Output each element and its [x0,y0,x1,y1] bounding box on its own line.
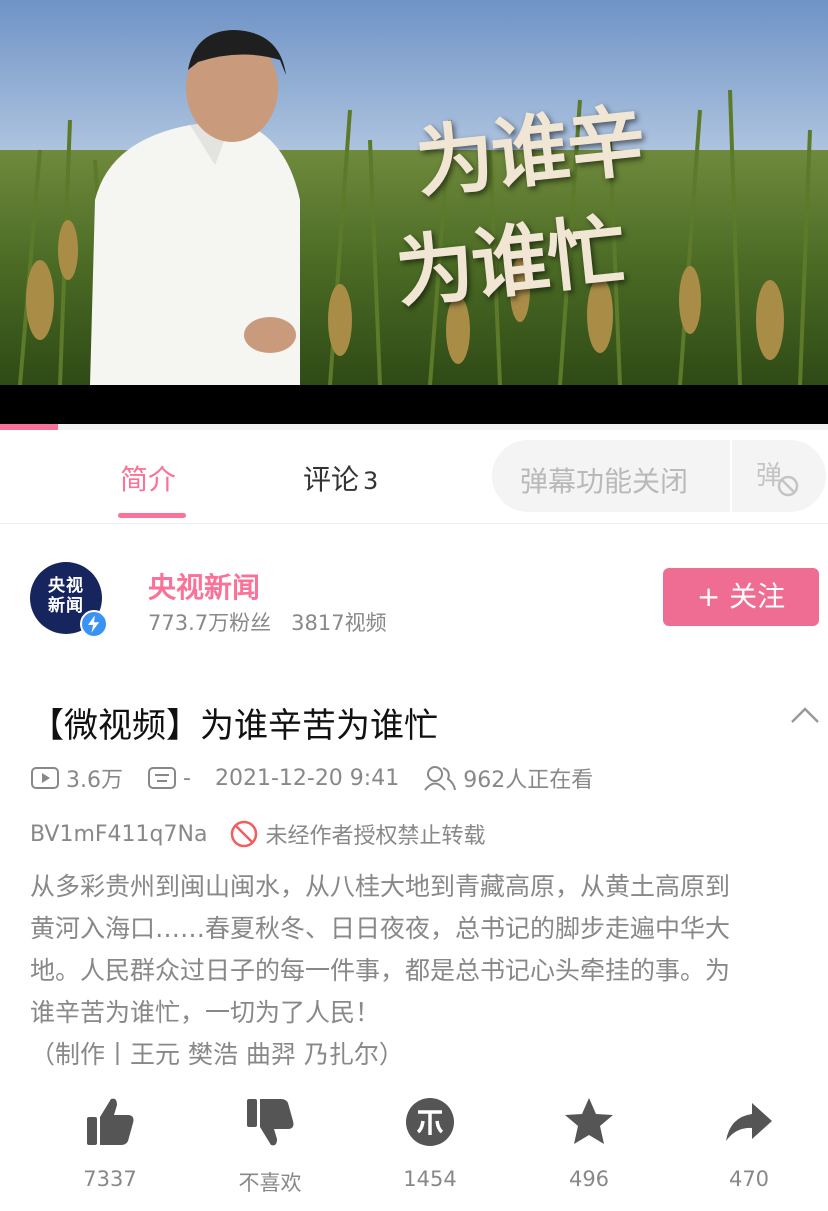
danmaku-input-box[interactable]: 弹幕功能关闭 弹 [492,440,826,512]
tab-comments-label: 评论 [303,463,360,496]
video-count: 3817视频 [291,611,387,635]
thumbs-down-icon [247,1099,294,1146]
uploader-name[interactable]: 央视新闻 [148,566,260,606]
coin-count: 1454 [403,1167,457,1191]
tab-comments-count: 3 [363,467,379,495]
people-icon [424,766,457,791]
watching-count-value: 962人正在看 [463,768,594,793]
star-icon [565,1098,613,1144]
video-title-overlay: 为谁辛 为谁忙 [392,80,715,340]
follower-count: 773.7万粉丝 [148,611,272,635]
coin-icon [406,1098,454,1146]
overlay-title-line-2: 为谁忙 [391,205,628,320]
avatar[interactable]: 央视 新闻 [30,562,108,638]
coin-button[interactable]: 1454 [370,1095,490,1191]
dislike-label: 不喜欢 [238,1171,302,1195]
danmaku-count: - [147,765,191,791]
thumbs-up-icon [87,1098,134,1145]
like-count: 7337 [83,1167,137,1191]
share-icon [726,1103,772,1141]
danmaku-count-value: - [183,765,191,791]
uploader-stats: 773.7万粉丝 3817视频 [148,607,387,637]
favorite-button[interactable]: 496 [529,1095,649,1191]
video-meta-row: 3.6万 - 2021-12-20 9:41 962人正在看 [30,763,593,793]
danmaku-count-icon [148,767,176,789]
danmaku-input[interactable]: 弹幕功能关闭 [520,460,688,500]
favorite-count: 496 [568,1167,610,1191]
dislike-button[interactable]: 不喜欢 [210,1095,330,1197]
play-count-icon [31,767,59,789]
danmaku-divider [730,440,732,512]
tab-intro[interactable]: 简介 [120,458,176,498]
avatar-text-line: 央视 [48,576,84,596]
bv-id[interactable]: BV1mF411q7Na [30,822,207,847]
danmaku-off-icon[interactable]: 弹 [754,454,802,498]
action-bar: 7337 不喜欢 1454 496 470 [0,1095,828,1205]
follow-button[interactable]: + 关注 [663,568,819,626]
watching-count: 962人正在看 [423,762,593,794]
video-player[interactable]: 为谁辛 为谁忙 [0,0,828,430]
share-button[interactable]: 470 [689,1095,809,1191]
play-count: 3.6万 [30,762,123,794]
lightning-verified-icon [80,610,108,638]
no-repost-notice: 未经作者授权禁止转载 [265,824,486,849]
share-count: 470 [728,1167,770,1191]
video-title: 【微视频】为谁辛苦为谁忙 [30,706,438,746]
tab-active-indicator [118,513,186,518]
tab-comments[interactable]: 评论 3 [303,458,378,498]
prohibited-icon [231,820,258,848]
publish-datetime: 2021-12-20 9:41 [214,765,400,791]
video-frame[interactable]: 为谁辛 为谁忙 [0,0,828,385]
like-button[interactable]: 7337 [50,1095,170,1191]
id-row: BV1mF411q7Na 未经作者授权禁止转载 [30,818,485,850]
video-description: 从多彩贵州到闽山闽水，从八桂大地到青藏高原，从黄土高原到 黄河入海口……春夏秋冬… [30,872,731,1069]
chevron-up-icon[interactable] [788,700,822,730]
play-count-value: 3.6万 [66,768,123,793]
